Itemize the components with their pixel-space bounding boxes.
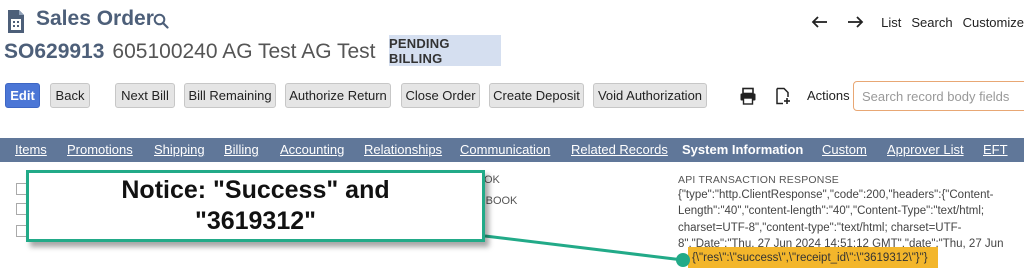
- tab-shipping[interactable]: Shipping: [154, 142, 205, 157]
- tab-custom[interactable]: Custom: [822, 142, 867, 157]
- back-arrow-icon[interactable]: [811, 15, 829, 29]
- print-icon[interactable]: [739, 87, 757, 105]
- document-icon: [8, 10, 24, 33]
- annotation-line: Notice: "Success" and: [121, 176, 390, 204]
- tab-promotions[interactable]: Promotions: [67, 142, 133, 157]
- tab-accounting[interactable]: Accounting: [280, 142, 344, 157]
- header-nav: List Search Customize: [811, 12, 1024, 32]
- transaction-id: SO629913: [4, 40, 105, 63]
- tab-approver-list[interactable]: Approver List: [887, 142, 964, 157]
- button-bar: Edit Back Next Bill Bill Remaining Autho…: [0, 81, 1024, 111]
- tab-system-information[interactable]: System Information: [682, 142, 803, 157]
- tab-eft[interactable]: EFT: [983, 142, 1008, 157]
- nav-list-link[interactable]: List: [881, 15, 901, 30]
- edit-button[interactable]: Edit: [5, 83, 40, 108]
- create-deposit-button[interactable]: Create Deposit: [489, 83, 584, 108]
- customer-name: 605100240 AG Test AG Test: [112, 40, 376, 63]
- close-order-button[interactable]: Close Order: [401, 83, 480, 108]
- api-response-label: API TRANSACTION RESPONSE: [678, 174, 839, 186]
- status-badge: PENDING BILLING: [389, 35, 501, 66]
- record-title: SO629913 605100240 AG Test AG Test: [4, 38, 376, 66]
- field-label: OK: [484, 174, 500, 186]
- nav-customize-link[interactable]: Customize: [963, 15, 1024, 30]
- record-type-title: Sales Order: [36, 7, 154, 30]
- new-document-icon[interactable]: [774, 87, 792, 105]
- api-response-line: {"type":"http.ClientResponse","code":200…: [678, 189, 994, 201]
- page-header: Sales Order List Search Customize SO6299…: [0, 0, 1024, 75]
- record-search-input[interactable]: Search record body fields: [853, 81, 1024, 111]
- authorize-return-button[interactable]: Authorize Return: [285, 83, 391, 108]
- back-button[interactable]: Back: [50, 83, 90, 108]
- forward-arrow-icon[interactable]: [846, 15, 864, 29]
- annotation-line: "3619312": [194, 207, 317, 235]
- api-response-line: Length":"40","content-length":"40","Cont…: [678, 205, 985, 218]
- api-response-value: {"type":"http.ClientResponse","code":200…: [678, 187, 1024, 252]
- tab-billing[interactable]: Billing: [224, 142, 259, 157]
- bill-remaining-button[interactable]: Bill Remaining: [184, 83, 276, 108]
- void-authorization-button[interactable]: Void Authorization: [593, 83, 707, 108]
- annotation-callout: Notice: "Success" and "3619312": [26, 170, 485, 242]
- tab-communication[interactable]: Communication: [460, 142, 550, 157]
- api-response-highlight: {\"res\":\"success\",\"receipt_id\":\"36…: [688, 247, 938, 268]
- tab-items[interactable]: Items: [15, 142, 47, 157]
- nav-search-link[interactable]: Search: [911, 15, 952, 30]
- actions-menu[interactable]: Actions: [807, 88, 850, 103]
- next-bill-button[interactable]: Next Bill: [115, 83, 175, 108]
- subtab-bar: Items Promotions Shipping Billing Accoun…: [0, 138, 1024, 162]
- api-response-line: charset=UTF-8","content-type":"text/html…: [678, 221, 962, 234]
- tab-related-records[interactable]: Related Records: [571, 142, 668, 157]
- search-icon[interactable]: [153, 13, 169, 29]
- tab-relationships[interactable]: Relationships: [364, 142, 442, 157]
